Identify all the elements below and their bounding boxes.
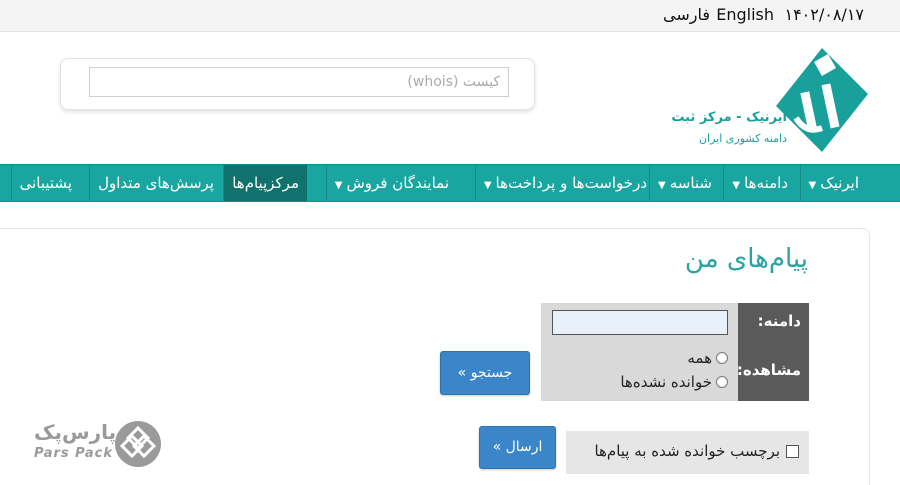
caret-down-icon: ▼ xyxy=(334,180,343,191)
view-option-all-label: همه xyxy=(687,349,712,367)
logo-brand-text: ایرنیک - مرکز ثبت xyxy=(671,110,787,125)
parspack-watermark: پارس‌پک Pars Pack xyxy=(30,420,170,470)
language-english-link[interactable]: English xyxy=(716,5,774,24)
current-date: ۱۴۰۲/۰۸/۱۷ xyxy=(784,5,864,24)
irnic-logo[interactable]: ایرنیک - مرکز ثبت دامنه کشوری ایران xyxy=(668,48,873,156)
caret-down-icon: ▼ xyxy=(658,180,666,191)
nav-item-label: دامنه‌ها xyxy=(744,174,788,192)
nav-item-domains[interactable]: دامنه‌ها▼ xyxy=(723,165,796,201)
nav-item-label: درخواست‌ها و پرداخت‌ها xyxy=(495,174,647,192)
search-button[interactable]: جستجو » xyxy=(440,351,530,395)
send-button[interactable]: ارسال » xyxy=(479,426,556,469)
watermark-fa-text: پارس‌پک xyxy=(34,420,117,444)
radio-button[interactable] xyxy=(716,376,728,388)
caret-down-icon: ▼ xyxy=(732,180,741,191)
nav-item-label: ایرنیک xyxy=(820,174,859,192)
top-bar: ۱۴۰۲/۰۸/۱۷ English فارسی xyxy=(0,0,900,32)
nav-item-label: پرسش‌های متداول xyxy=(98,174,214,192)
view-option-all[interactable]: همه xyxy=(687,349,728,367)
parspack-logo-icon xyxy=(115,421,161,467)
nav-item-message-center[interactable]: مرکزپیام‌ها xyxy=(223,165,307,201)
nav-item-resellers[interactable]: نمایندگان فروش▼ xyxy=(325,165,457,201)
nav-item-label: شناسه xyxy=(669,174,712,192)
page-title: پیام‌های من xyxy=(684,244,808,274)
mark-read-panel: برچسب خوانده شده به پیام‌ها xyxy=(566,431,809,474)
nav-item-identifier[interactable]: شناسه▼ xyxy=(649,165,720,201)
radio-button[interactable] xyxy=(716,352,728,364)
watermark-en-text: Pars Pack xyxy=(34,446,113,461)
domain-input[interactable] xyxy=(552,310,728,335)
language-farsi-link[interactable]: فارسی xyxy=(663,5,710,24)
nav-item-label: مرکزپیام‌ها xyxy=(232,174,299,192)
mark-read-label: برچسب خوانده شده به پیام‌ها xyxy=(594,442,780,460)
nav-item-support[interactable]: پشتیبانی xyxy=(10,165,80,201)
view-option-unread[interactable]: خوانده نشده‌ها xyxy=(620,373,728,391)
view-label: مشاهده: xyxy=(737,340,809,401)
nav-item-requests-payments[interactable]: درخواست‌ها و پرداخت‌ها▼ xyxy=(474,165,655,201)
whois-search-panel xyxy=(60,58,535,110)
view-option-unread-label: خوانده نشده‌ها xyxy=(620,373,712,391)
main-navbar: ایرنیک▼ دامنه‌ها▼ شناسه▼ درخواست‌ها و پر… xyxy=(0,164,900,202)
nav-item-irnic[interactable]: ایرنیک▼ xyxy=(799,165,867,201)
caret-down-icon: ▼ xyxy=(483,180,492,191)
nav-item-label: پشتیبانی xyxy=(19,174,72,192)
nav-item-faq[interactable]: پرسش‌های متداول xyxy=(89,165,222,201)
domain-label: دامنه: xyxy=(738,303,809,340)
logo-subtitle-text: دامنه کشوری ایران xyxy=(698,132,787,145)
whois-search-input[interactable] xyxy=(89,67,509,97)
caret-down-icon: ▼ xyxy=(808,180,817,191)
mark-read-option[interactable]: برچسب خوانده شده به پیام‌ها xyxy=(594,442,799,460)
mark-read-checkbox[interactable] xyxy=(786,444,799,458)
nav-item-label: نمایندگان فروش xyxy=(346,174,450,192)
irnic-logo-icon xyxy=(776,48,868,152)
